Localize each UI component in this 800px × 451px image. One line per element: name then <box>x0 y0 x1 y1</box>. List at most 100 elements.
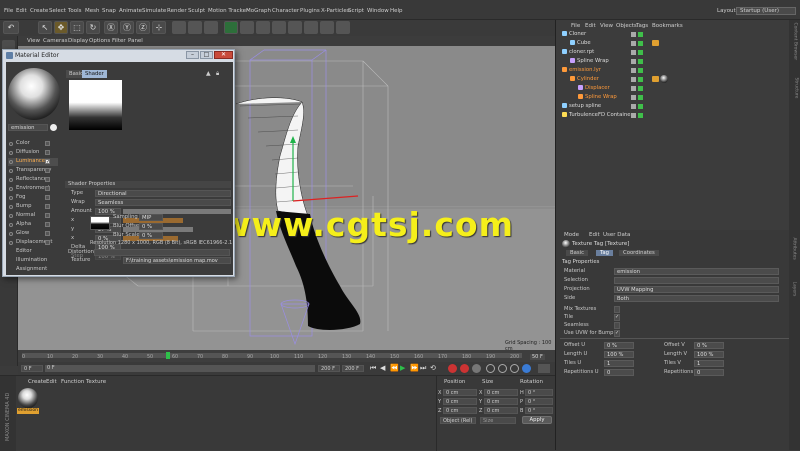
object-turbulencefd-container[interactable]: TurbulenceFD Container <box>562 112 633 120</box>
rotation-h-field[interactable]: 0 ° <box>525 389 553 396</box>
attr-tab-coordinates[interactable]: Coordinates <box>619 250 659 256</box>
keyframe-selection-icon[interactable] <box>472 364 481 373</box>
loop-icon[interactable]: ⟲ <box>430 364 436 372</box>
viewport-menu-filter[interactable]: Filter <box>112 38 126 44</box>
material-name-field[interactable]: emission <box>8 124 48 131</box>
attr-tiles-row[interactable]: Tiles U 1 Tiles V1 <box>564 360 789 367</box>
go-to-end-icon[interactable]: ⏭ <box>420 364 426 373</box>
max-frame-field[interactable]: 200 F <box>342 365 364 372</box>
menu-create[interactable]: Create <box>30 8 48 14</box>
objmgr-menu-edit[interactable]: Edit <box>585 23 596 29</box>
menu-character[interactable]: Character <box>272 8 299 14</box>
menu-select[interactable]: Select <box>49 8 66 14</box>
attr-projection-row[interactable]: Projection UVW Mapping <box>564 286 789 293</box>
objmgr-menu-objects[interactable]: Objects <box>616 23 637 29</box>
channel-glow[interactable]: Glow <box>8 230 58 238</box>
material-swatch-emission[interactable] <box>18 388 38 408</box>
menu-animate[interactable]: Animate <box>119 8 142 14</box>
matmgr-menu-edit[interactable]: Edit <box>46 379 57 385</box>
material-preview-sphere[interactable] <box>8 68 60 120</box>
cylinder-texture-tag-icon[interactable] <box>660 75 668 83</box>
object-spline-wrap-1[interactable]: Spline Wrap <box>570 58 609 66</box>
rotate-icon[interactable]: ↻ <box>86 21 100 34</box>
attr-menu-edit[interactable]: Edit <box>589 232 600 238</box>
close-button[interactable]: ✕ <box>214 51 233 59</box>
rotation-p-field[interactable]: 0 ° <box>525 398 553 405</box>
lock-icon[interactable]: 🔒︎ <box>216 70 219 78</box>
size-y-field[interactable]: 0 cm <box>484 398 518 405</box>
position-x-field[interactable]: 0 cm <box>443 389 477 396</box>
axis-z-icon[interactable]: Ⓩ <box>136 21 150 34</box>
array-icon[interactable] <box>272 21 286 34</box>
object-emission-lyr[interactable]: emission.lyr <box>562 67 601 75</box>
apply-button[interactable]: Apply <box>522 416 552 424</box>
render-settings-icon[interactable] <box>204 21 218 34</box>
attr-side-row[interactable]: Side Both <box>564 295 789 302</box>
sampling-select[interactable]: MIP <box>139 214 163 221</box>
axis-y-icon[interactable]: Ⓨ <box>120 21 134 34</box>
side-tab-structure[interactable]: Structure <box>794 78 799 108</box>
size-mode-select[interactable]: Size <box>480 417 516 424</box>
world-coords-icon[interactable]: ⊹ <box>152 21 166 34</box>
preview-options-icon[interactable] <box>50 124 57 131</box>
channel-luminance[interactable]: Luminance ✓ <box>8 158 58 166</box>
position-key-icon[interactable] <box>486 364 495 373</box>
menu-simulate[interactable]: Simulate <box>142 8 166 14</box>
channel-environment[interactable]: Environment <box>8 185 58 193</box>
attr-material-row[interactable]: Material emission <box>564 268 789 275</box>
attr-tab-tag[interactable]: Tag <box>596 250 613 256</box>
cylinder-phong-tag-icon[interactable] <box>652 76 659 82</box>
prev-key-icon[interactable]: ◀ <box>380 364 385 372</box>
material-swatch-label[interactable]: emission <box>17 408 39 414</box>
object-cloner-rpt[interactable]: cloner.rpt <box>562 49 594 57</box>
prev-frame-icon[interactable]: ⏪ <box>390 364 399 372</box>
cube-primitive-icon[interactable] <box>224 21 238 34</box>
menu-edit[interactable]: Edit <box>16 8 27 14</box>
deformer-icon[interactable] <box>288 21 302 34</box>
next-frame-icon[interactable]: ⏩ <box>410 364 419 372</box>
object-displacer[interactable]: Displacer <box>578 85 610 93</box>
matmgr-menu-function[interactable]: Function <box>61 379 84 385</box>
menu-help[interactable]: Help <box>390 8 403 14</box>
channel-diffusion[interactable]: Diffusion <box>8 149 58 157</box>
attr-menu-user-data[interactable]: User Data <box>603 232 630 238</box>
light-icon[interactable] <box>336 21 350 34</box>
floor-icon[interactable] <box>304 21 318 34</box>
maximize-button[interactable]: □ <box>200 51 213 59</box>
menu-tools[interactable]: Tools <box>68 8 82 14</box>
prop-type[interactable]: Type Directional <box>65 190 231 198</box>
channel-reflectance[interactable]: Reflectance <box>8 176 58 184</box>
start-frame-field[interactable]: 0 F <box>21 365 43 372</box>
channel-displacement[interactable]: Displacement <box>8 239 58 247</box>
menu-mograph[interactable]: MoGraph <box>246 8 271 14</box>
go-to-start-icon[interactable]: ⏮ <box>370 364 376 373</box>
menu-motion-tracker[interactable]: Motion Tracker <box>208 8 248 14</box>
viewport-menu-cameras[interactable]: Cameras <box>43 38 67 44</box>
minimize-button[interactable]: – <box>186 51 199 59</box>
scale-icon[interactable]: ⬚ <box>70 21 84 34</box>
size-x-field[interactable]: 0 cm <box>484 389 518 396</box>
coord-mode-select[interactable]: Object (Rel) <box>440 417 476 424</box>
channel-transparency[interactable]: Transparency <box>8 167 58 175</box>
autokey-icon[interactable] <box>460 364 469 373</box>
menu-mesh[interactable]: Mesh <box>85 8 99 14</box>
layout-select[interactable]: Startup (User) <box>736 7 796 15</box>
viewport-menu-panel[interactable]: Panel <box>128 38 143 44</box>
nurbs-icon[interactable] <box>256 21 270 34</box>
attr-mix-textures[interactable]: Mix Textures <box>564 306 789 313</box>
render-view-icon[interactable] <box>172 21 186 34</box>
rotation-b-field[interactable]: 0 ° <box>525 407 553 414</box>
tab-shader[interactable]: Shader <box>82 70 107 78</box>
matmgr-menu-texture[interactable]: Texture <box>86 379 106 385</box>
texture-thumbnail[interactable] <box>90 216 110 230</box>
side-tab-content-browser[interactable]: Content Browser <box>793 23 798 63</box>
attr-seamless[interactable]: Seamless <box>564 322 789 329</box>
distortion-field[interactable] <box>94 249 230 256</box>
blur-scale-field[interactable]: 0 % <box>139 232 163 239</box>
object-cube[interactable]: Cube <box>570 40 591 48</box>
attr-repetitions-row[interactable]: Repetitions U 0 Repetitions V0 <box>564 369 789 376</box>
nav-up-icon[interactable]: ▲ <box>206 70 211 77</box>
objmgr-menu-view[interactable]: View <box>600 23 613 29</box>
scale-key-icon[interactable] <box>498 364 507 373</box>
channel-fog[interactable]: Fog <box>8 194 58 202</box>
